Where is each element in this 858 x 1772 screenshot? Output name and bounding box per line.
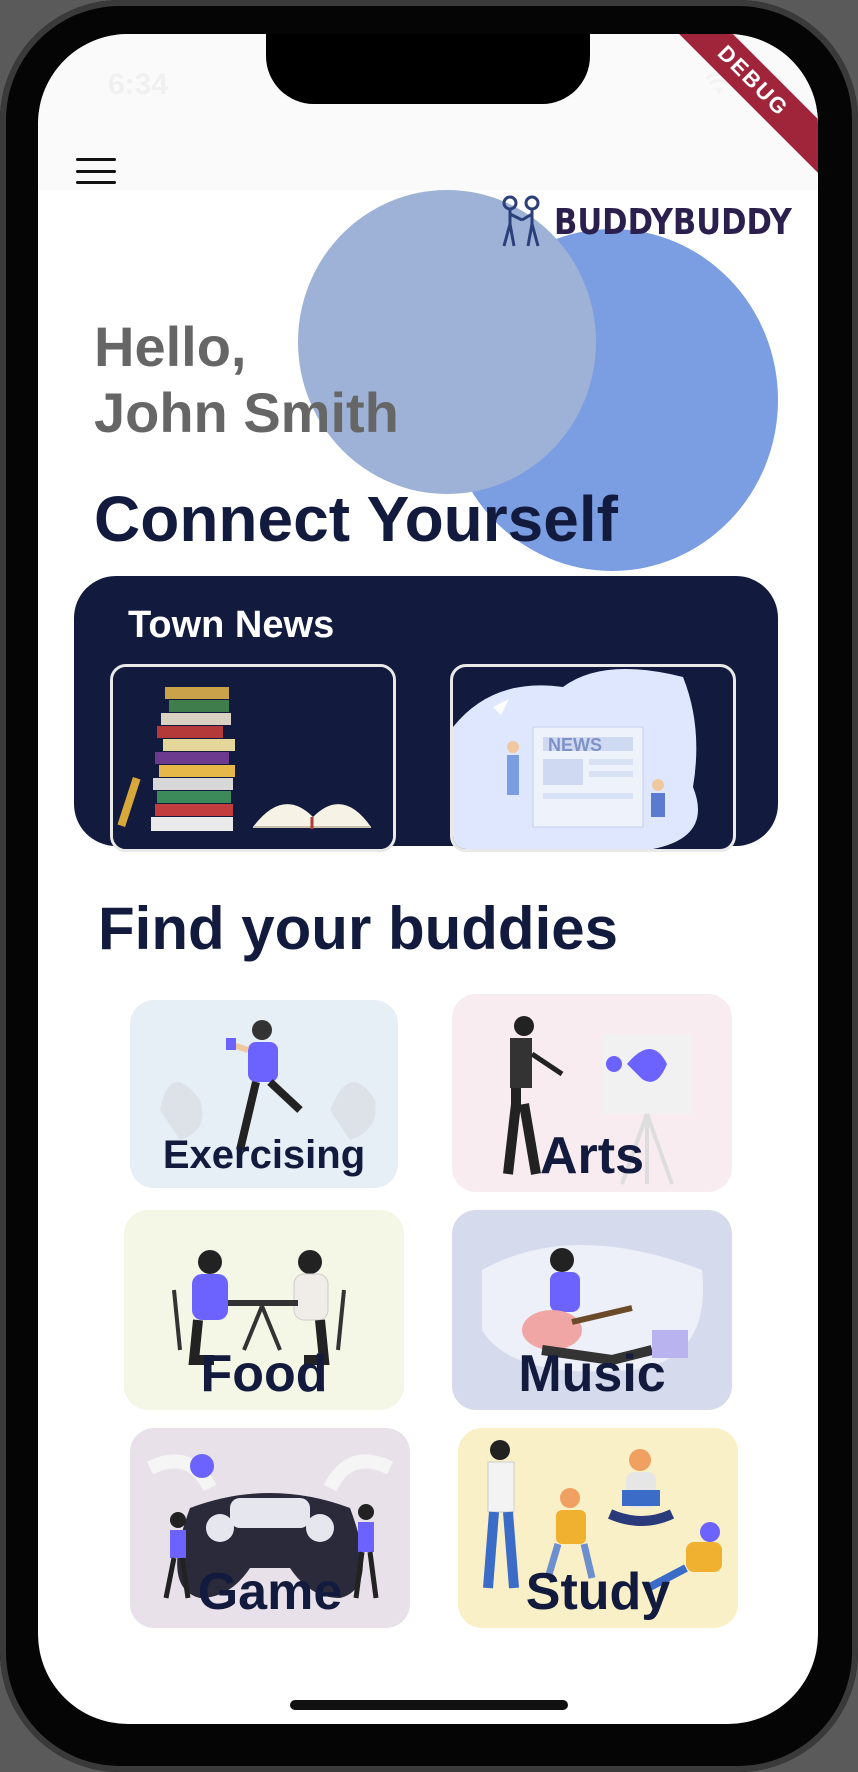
status-time: 6:34 (108, 68, 169, 101)
news-item-newspaper[interactable]: NEWS (450, 664, 736, 852)
status-bar: 6:34 DEBUG (38, 34, 818, 190)
category-game[interactable]: Game (130, 1428, 410, 1628)
headline: Connect Yourself (94, 483, 618, 555)
category-music[interactable]: Music (452, 1210, 732, 1410)
category-arts[interactable]: Arts (452, 994, 732, 1192)
category-label: Game (197, 1563, 343, 1621)
news-item-books[interactable] (110, 664, 396, 852)
hamburger-menu-icon[interactable] (76, 154, 116, 188)
app-screen: 6:34 DEBUG BUDDYBUDDY Hello, John Smith … (38, 34, 818, 1724)
category-label: Food (200, 1345, 328, 1403)
buddies-logo-icon (502, 195, 540, 247)
find-buddies-title: Find your buddies (98, 895, 618, 962)
logo-text: BUDDYBUDDY (554, 201, 792, 243)
category-study[interactable]: Study (458, 1428, 738, 1628)
news-illustration: NEWS (453, 667, 733, 849)
debug-banner: DEBUG (651, 34, 818, 183)
greeting-line-1: Hello, (94, 315, 247, 378)
app-logo: BUDDYBUDDY (498, 194, 818, 250)
notch (266, 34, 590, 104)
town-news-title: Town News (128, 604, 335, 646)
category-label: Music (518, 1345, 666, 1403)
town-news-card[interactable]: Town News NEWS (74, 576, 778, 852)
home-indicator[interactable] (290, 1700, 568, 1710)
books-illustration (113, 667, 393, 849)
category-label: Study (525, 1563, 671, 1621)
greeting-user-name: John Smith (94, 381, 399, 444)
greeting: Hello, John Smith (94, 314, 399, 446)
category-label: Exercising (162, 1133, 366, 1177)
news-image-caption: NEWS (548, 735, 602, 755)
category-exercising[interactable]: Exercising (130, 1000, 398, 1188)
category-label: Arts (539, 1127, 645, 1185)
category-food[interactable]: Food (124, 1210, 404, 1410)
phone-frame: 6:34 DEBUG BUDDYBUDDY Hello, John Smith … (0, 0, 858, 1772)
